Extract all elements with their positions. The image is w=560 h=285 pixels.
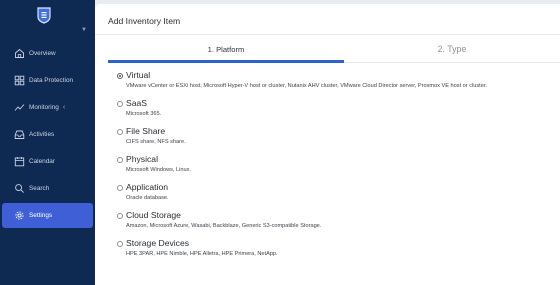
calendar-icon xyxy=(14,156,25,167)
sidebar-item-label: Calendar xyxy=(29,158,55,165)
sidebar-item-activities[interactable]: Activities xyxy=(0,121,95,148)
collapse-caret-icon[interactable]: ▼ xyxy=(81,27,87,33)
sidebar-item-overview[interactable]: Overview xyxy=(0,40,95,67)
option-name: Storage Devices xyxy=(126,238,190,248)
sidebar-item-label: Search xyxy=(29,185,50,192)
wizard-steps: 1. Platform 2. Type xyxy=(95,35,560,63)
option-physical[interactable]: Physical Microsoft Windows, Linux. xyxy=(117,154,557,182)
page-title: Add Inventory Item xyxy=(108,16,181,26)
option-saas[interactable]: SaaS Microsoft 365. xyxy=(117,98,557,126)
sidebar-nav: Overview Data Protection Monitoring ‹ Ac… xyxy=(0,40,95,229)
gear-icon xyxy=(14,210,25,221)
sidebar-item-label: Settings xyxy=(29,212,53,219)
add-inventory-panel: Add Inventory Item 1. Platform 2. Type V… xyxy=(95,4,560,285)
option-description: Microsoft Windows, Linux. xyxy=(126,167,191,173)
logo-shield-icon[interactable] xyxy=(37,7,51,24)
step-track xyxy=(344,62,560,63)
radio-cloud-storage[interactable] xyxy=(117,213,123,219)
radio-virtual[interactable] xyxy=(117,73,123,79)
home-icon xyxy=(14,48,25,59)
option-application[interactable]: Application Oracle database. xyxy=(117,182,557,210)
sidebar-item-data-protection[interactable]: Data Protection xyxy=(0,67,95,94)
option-description: CIFS share, NFS share. xyxy=(126,139,186,145)
sidebar-item-label: Data Protection xyxy=(29,77,74,84)
sidebar-item-label: Overview xyxy=(29,50,56,57)
option-description: Oracle database. xyxy=(126,195,169,201)
option-name: Application xyxy=(126,182,169,192)
sidebar-item-calendar[interactable]: Calendar xyxy=(0,148,95,175)
inbox-icon xyxy=(14,129,25,140)
option-name: Virtual xyxy=(126,70,151,80)
grid-icon xyxy=(14,75,25,86)
option-description: Amazon, Microsoft Azure, Wasabi, Backbla… xyxy=(126,223,322,229)
option-virtual[interactable]: Virtual VMware vCenter or ESXi host, Mic… xyxy=(117,70,557,98)
chart-line-icon xyxy=(14,102,25,113)
sidebar-item-settings[interactable]: Settings xyxy=(2,203,93,228)
radio-file-share[interactable] xyxy=(117,129,123,135)
option-storage-devices[interactable]: Storage Devices HPE 3PAR, HPE Nimble, HP… xyxy=(117,238,557,266)
search-icon xyxy=(14,183,25,194)
option-name: Cloud Storage xyxy=(126,210,181,220)
step-type[interactable]: 2. Type xyxy=(344,35,560,63)
radio-saas[interactable] xyxy=(117,101,123,107)
sidebar-item-search[interactable]: Search xyxy=(0,175,95,202)
radio-storage-devices[interactable] xyxy=(117,241,123,247)
sidebar-item-monitoring[interactable]: Monitoring ‹ xyxy=(0,94,95,121)
active-step-indicator xyxy=(108,60,344,63)
platform-options: Virtual VMware vCenter or ESXi host, Mic… xyxy=(117,70,557,266)
option-name: SaaS xyxy=(126,98,148,108)
option-description: Microsoft 365. xyxy=(126,111,162,117)
radio-physical[interactable] xyxy=(117,157,123,163)
sidebar-item-label: Activities xyxy=(29,131,55,138)
option-file-share[interactable]: File Share CIFS share, NFS share. xyxy=(117,126,557,154)
option-description: HPE 3PAR, HPE Nimble, HPE Alletra, HPE P… xyxy=(126,251,278,257)
option-name: Physical xyxy=(126,154,158,164)
option-cloud-storage[interactable]: Cloud Storage Amazon, Microsoft Azure, W… xyxy=(117,210,557,238)
sidebar-item-label: Monitoring xyxy=(29,104,59,111)
chevron-left-icon[interactable]: ‹ xyxy=(63,104,65,111)
radio-application[interactable] xyxy=(117,185,123,191)
option-description: VMware vCenter or ESXi host, Microsoft H… xyxy=(126,83,487,89)
sidebar: ▼ Overview Data Protection Monitoring ‹ xyxy=(0,0,95,285)
option-name: File Share xyxy=(126,126,166,136)
step-platform[interactable]: 1. Platform xyxy=(108,35,344,63)
